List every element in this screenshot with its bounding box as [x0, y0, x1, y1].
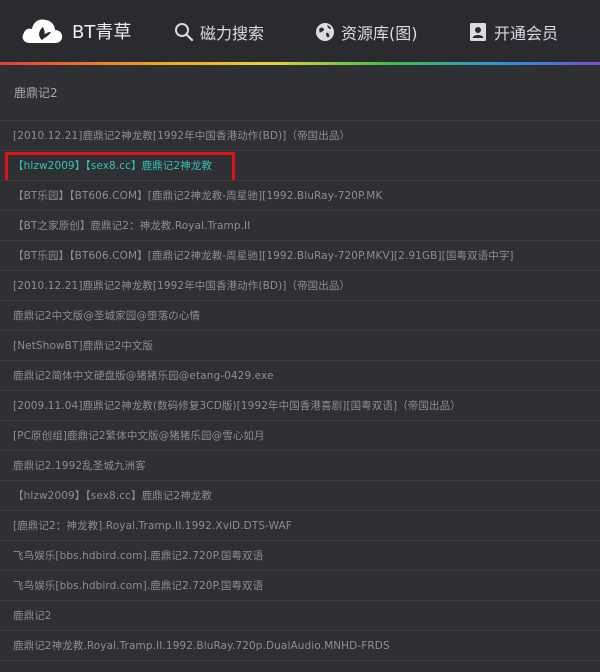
search-icon — [175, 23, 194, 42]
result-item[interactable]: 飞鸟娱乐[bbs.hdbird.com].鹿鼎记2.720P.国粤双语 — [0, 571, 600, 601]
globe-icon — [316, 23, 334, 41]
result-item[interactable]: 鹿鼎记2神龙教.Royal.Tramp.II.1992.BluRay.720p.… — [0, 631, 600, 661]
nav-label: 磁力搜索 — [200, 24, 265, 43]
result-item[interactable]: 【BT乐园】【BT606.COM】[鹿鼎记2神龙教-周星驰][1992.BluR… — [0, 181, 600, 211]
highlight-annotation-box — [5, 152, 235, 180]
result-item[interactable]: 鹿鼎记2.1992乱圣城九洲客 — [0, 451, 600, 481]
nav-magnet-search[interactable]: 磁力搜索 — [174, 20, 264, 44]
site-logo[interactable]: BT青草 — [20, 15, 170, 47]
nav-resource-library[interactable]: 资源库(图) — [315, 20, 418, 44]
result-item[interactable]: [鹿鼎记2：神龙教].Royal.Tramp.II.1992.XviD.DTS-… — [0, 511, 600, 541]
result-list: [2010.12.21]鹿鼎记2神龙教[1992年中国香港动作(BD)]（帝国出… — [0, 121, 600, 661]
result-item[interactable]: 鹿鼎记2简体中文硬盘版@猪猪乐园@etang-0429.exe — [0, 361, 600, 391]
cloud-leaf-icon — [22, 19, 63, 43]
result-item[interactable]: 【BT乐园】【BT606.COM】[鹿鼎记2神龙教-周星驰][1992.BluR… — [0, 241, 600, 271]
result-item[interactable]: 【BT之家原创】鹿鼎记2：神龙教.Royal.Tramp.II — [0, 211, 600, 241]
result-item[interactable]: [2009.11.04]鹿鼎记2神龙教(数码修复3CD版)[1992年中国香港喜… — [0, 391, 600, 421]
nav-open-membership[interactable]: 开通会员 — [468, 20, 558, 44]
result-item-highlighted[interactable]: 【hlzw2009】【sex8.cc】鹿鼎记2神龙教 — [0, 151, 600, 181]
nav-label: 资源库(图) — [341, 24, 418, 43]
result-item[interactable]: 【hlzw2009】【sex8.cc】鹿鼎记2神龙教 — [0, 481, 600, 511]
logo-text: BT青草 — [72, 22, 132, 43]
result-item[interactable]: 飞鸟娱乐[bbs.hdbird.com].鹿鼎记2.720P.国粤双语 — [0, 541, 600, 571]
result-item[interactable]: [2010.12.21]鹿鼎记2神龙教[1992年中国香港动作(BD)]（帝国出… — [0, 121, 600, 151]
nav-label: 开通会员 — [494, 24, 559, 43]
result-item[interactable]: [NetShowBT]鹿鼎记2中文版 — [0, 331, 600, 361]
result-item[interactable]: [PC原创组]鹿鼎记2繁体中文版@猪猪乐园@雪心如月 — [0, 421, 600, 451]
result-item[interactable]: 鹿鼎记2 — [0, 601, 600, 631]
result-item[interactable]: 鹿鼎记2中文版@圣城家园@堕落の心情 — [0, 301, 600, 331]
result-item[interactable]: [2010.12.21]鹿鼎记2神龙教[1992年中国香港动作(BD)]（帝国出… — [0, 271, 600, 301]
top-navigation-bar: BT青草 磁力搜索 资源库(图) 开通会员 — [0, 0, 600, 62]
search-query-title: 鹿鼎记2 — [0, 65, 600, 121]
user-card-icon — [470, 23, 486, 41]
